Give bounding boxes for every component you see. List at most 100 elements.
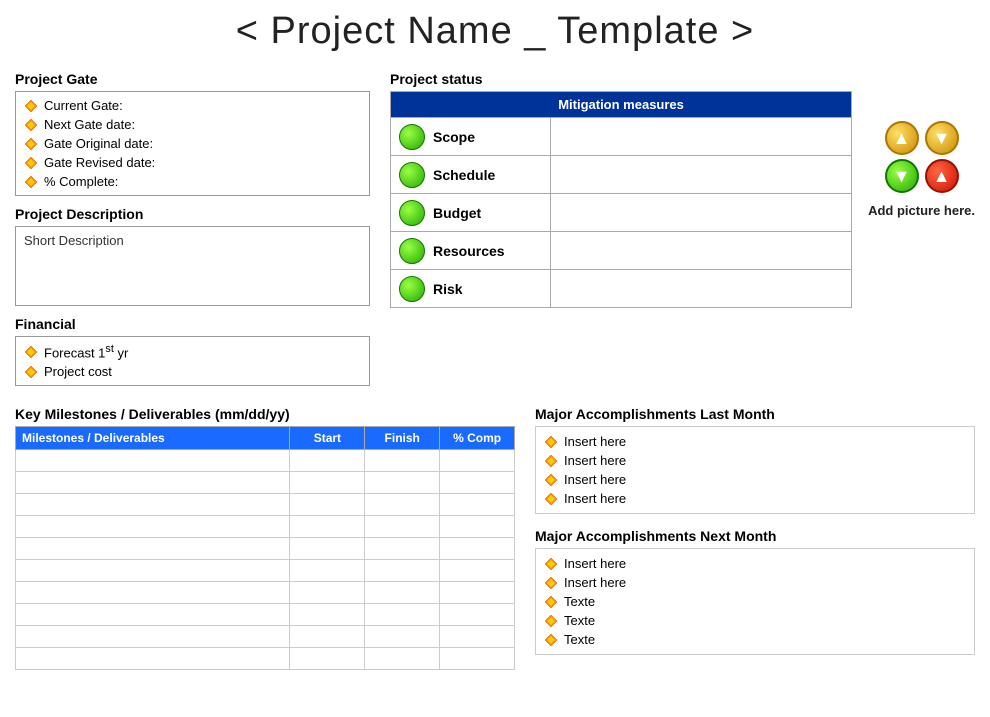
milestones-cell [290,538,365,560]
milestones-cell [365,648,440,670]
milestones-data-row [16,648,515,670]
milestones-col-header: Start [290,427,365,450]
milestones-cell [440,582,515,604]
milestones-col-header: % Comp [440,427,515,450]
status-label: Risk [433,281,463,297]
milestones-cell [440,516,515,538]
milestones-cell [440,472,515,494]
status-and-icons: Mitigation measures Scope Schedule [390,91,975,308]
milestones-cell [16,472,290,494]
milestones-data-row [16,560,515,582]
accomplishment-text: Insert here [564,556,626,571]
icon-row-top: ▲ ▼ [885,121,959,155]
milestones-cell [16,538,290,560]
milestones-cell [290,472,365,494]
status-section: Project status Mitigation measures Scope [390,71,975,308]
left-column: Project Gate Current Gate: Next Gate dat… [15,71,370,396]
financial-row: Project cost [24,362,361,381]
bullet-icon [544,435,558,449]
description-box: Short Description [15,226,370,306]
arrow-down-yellow-icon[interactable]: ▼ [925,121,959,155]
status-row: Schedule [391,156,852,194]
right-column: Project status Mitigation measures Scope [390,71,975,324]
milestones-cell [16,626,290,648]
milestones-cell [440,494,515,516]
milestones-cell [365,604,440,626]
milestones-data-row [16,582,515,604]
milestones-cell [16,516,290,538]
arrow-down-green-icon[interactable]: ▼ [885,159,919,193]
bullet-icon [544,454,558,468]
arrow-up-red-icon[interactable]: ▲ [925,159,959,193]
accomplishment-item: Insert here [544,451,966,470]
bullet-icon [544,595,558,609]
milestones-cell [290,604,365,626]
financial-row: Forecast 1st yr [24,341,361,362]
milestones-cell [440,450,515,472]
accomplishment-item: Texte [544,592,966,611]
milestones-data-row [16,604,515,626]
financial-row-label: Project cost [44,364,112,379]
milestones-cell [16,560,290,582]
status-label-cell: Schedule [391,156,551,194]
accomplishments-next-box: Insert here Insert here Texte Texte Text… [535,548,975,655]
status-label-cell: Scope [391,118,551,156]
accomplishment-item: Insert here [544,573,966,592]
accomplishment-text: Insert here [564,491,626,506]
milestones-cell [16,604,290,626]
financial-box: Forecast 1st yr Project cost [15,336,370,386]
status-label: Scope [433,129,475,145]
milestones-cell [365,538,440,560]
description-text: Short Description [24,233,124,248]
milestones-col-header: Finish [365,427,440,450]
milestones-cell [290,626,365,648]
status-row: Budget [391,194,852,232]
gate-row: Gate Revised date: [24,153,361,172]
financial-section-title: Financial [15,316,370,332]
accomplishments-next-title: Major Accomplishments Next Month [535,528,975,544]
gate-row: Next Gate date: [24,115,361,134]
bullet-icon [24,175,38,189]
accomplishments-section: Major Accomplishments Last Month Insert … [535,406,975,669]
bullet-icon [24,118,38,132]
gate-row-label: Gate Original date: [44,136,153,151]
milestones-cell [290,560,365,582]
status-green-circle [399,276,425,302]
accomplishment-item: Insert here [544,554,966,573]
accomplishment-text: Insert here [564,434,626,449]
status-green-circle [399,238,425,264]
accomplishment-item: Texte [544,630,966,649]
status-label-cell: Budget [391,194,551,232]
status-mitigation-cell [551,194,852,232]
bullet-icon [24,345,38,359]
status-label-cell: Risk [391,270,551,308]
bullet-icon [544,576,558,590]
status-green-circle [399,200,425,226]
bullet-icon [544,473,558,487]
accomplishments-last-title: Major Accomplishments Last Month [535,406,975,422]
bullet-icon [544,492,558,506]
accomplishment-item: Texte [544,611,966,630]
arrow-up-yellow-icon[interactable]: ▲ [885,121,919,155]
accomplishment-item: Insert here [544,489,966,508]
bottom-layout: Key Milestones / Deliverables (mm/dd/yy)… [15,406,975,670]
description-section-title: Project Description [15,206,370,222]
milestones-cell [290,494,365,516]
status-mitigation-cell [551,156,852,194]
milestones-cell [365,472,440,494]
milestones-cell [440,648,515,670]
accomplishment-item: Insert here [544,432,966,451]
status-green-circle [399,162,425,188]
gate-box: Current Gate: Next Gate date: Gate Origi… [15,91,370,196]
milestones-cell [440,626,515,648]
gate-row: Current Gate: [24,96,361,115]
bullet-icon [544,633,558,647]
gate-row: Gate Original date: [24,134,361,153]
milestones-cell [365,626,440,648]
milestones-table: Milestones / DeliverablesStartFinish% Co… [15,426,515,670]
accomplishment-text: Texte [564,594,595,609]
bullet-icon [24,137,38,151]
milestones-cell [365,450,440,472]
milestones-cell [290,516,365,538]
status-label-cell: Resources [391,232,551,270]
